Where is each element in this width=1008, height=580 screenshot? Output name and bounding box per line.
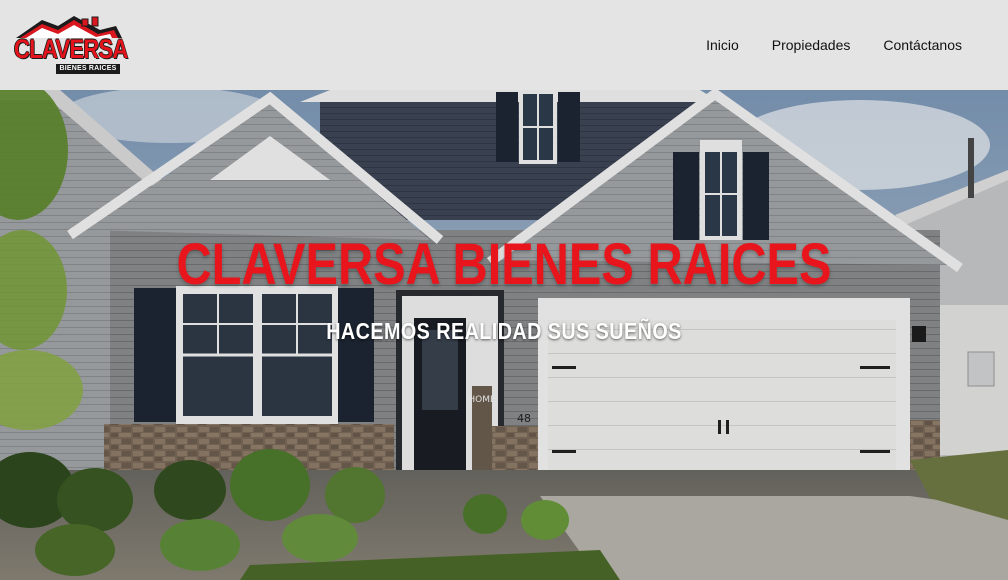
brand-name: CLAVERSA xyxy=(14,34,128,64)
main-nav: Inicio Propiedades Contáctanos xyxy=(706,36,962,54)
hero-subtitle: HACEMOS REALIDAD SUS SUEÑOS xyxy=(326,318,682,344)
hero-title: CLAVERSA BIENES RAICES xyxy=(176,232,832,297)
hero-banner: HOME 48 CLAVERSA BIENES RAICES HACEMOS R… xyxy=(0,90,1008,580)
nav-link-propiedades[interactable]: Propiedades xyxy=(772,36,851,54)
brand-tagline: BIENES RAICES xyxy=(56,64,120,74)
nav-link-inicio[interactable]: Inicio xyxy=(706,36,739,54)
site-header: CLAVERSA BIENES RAICES Inicio Propiedade… xyxy=(0,0,1008,90)
nav-link-contactanos[interactable]: Contáctanos xyxy=(883,36,962,54)
brand-logo[interactable]: CLAVERSA BIENES RAICES xyxy=(12,14,128,76)
